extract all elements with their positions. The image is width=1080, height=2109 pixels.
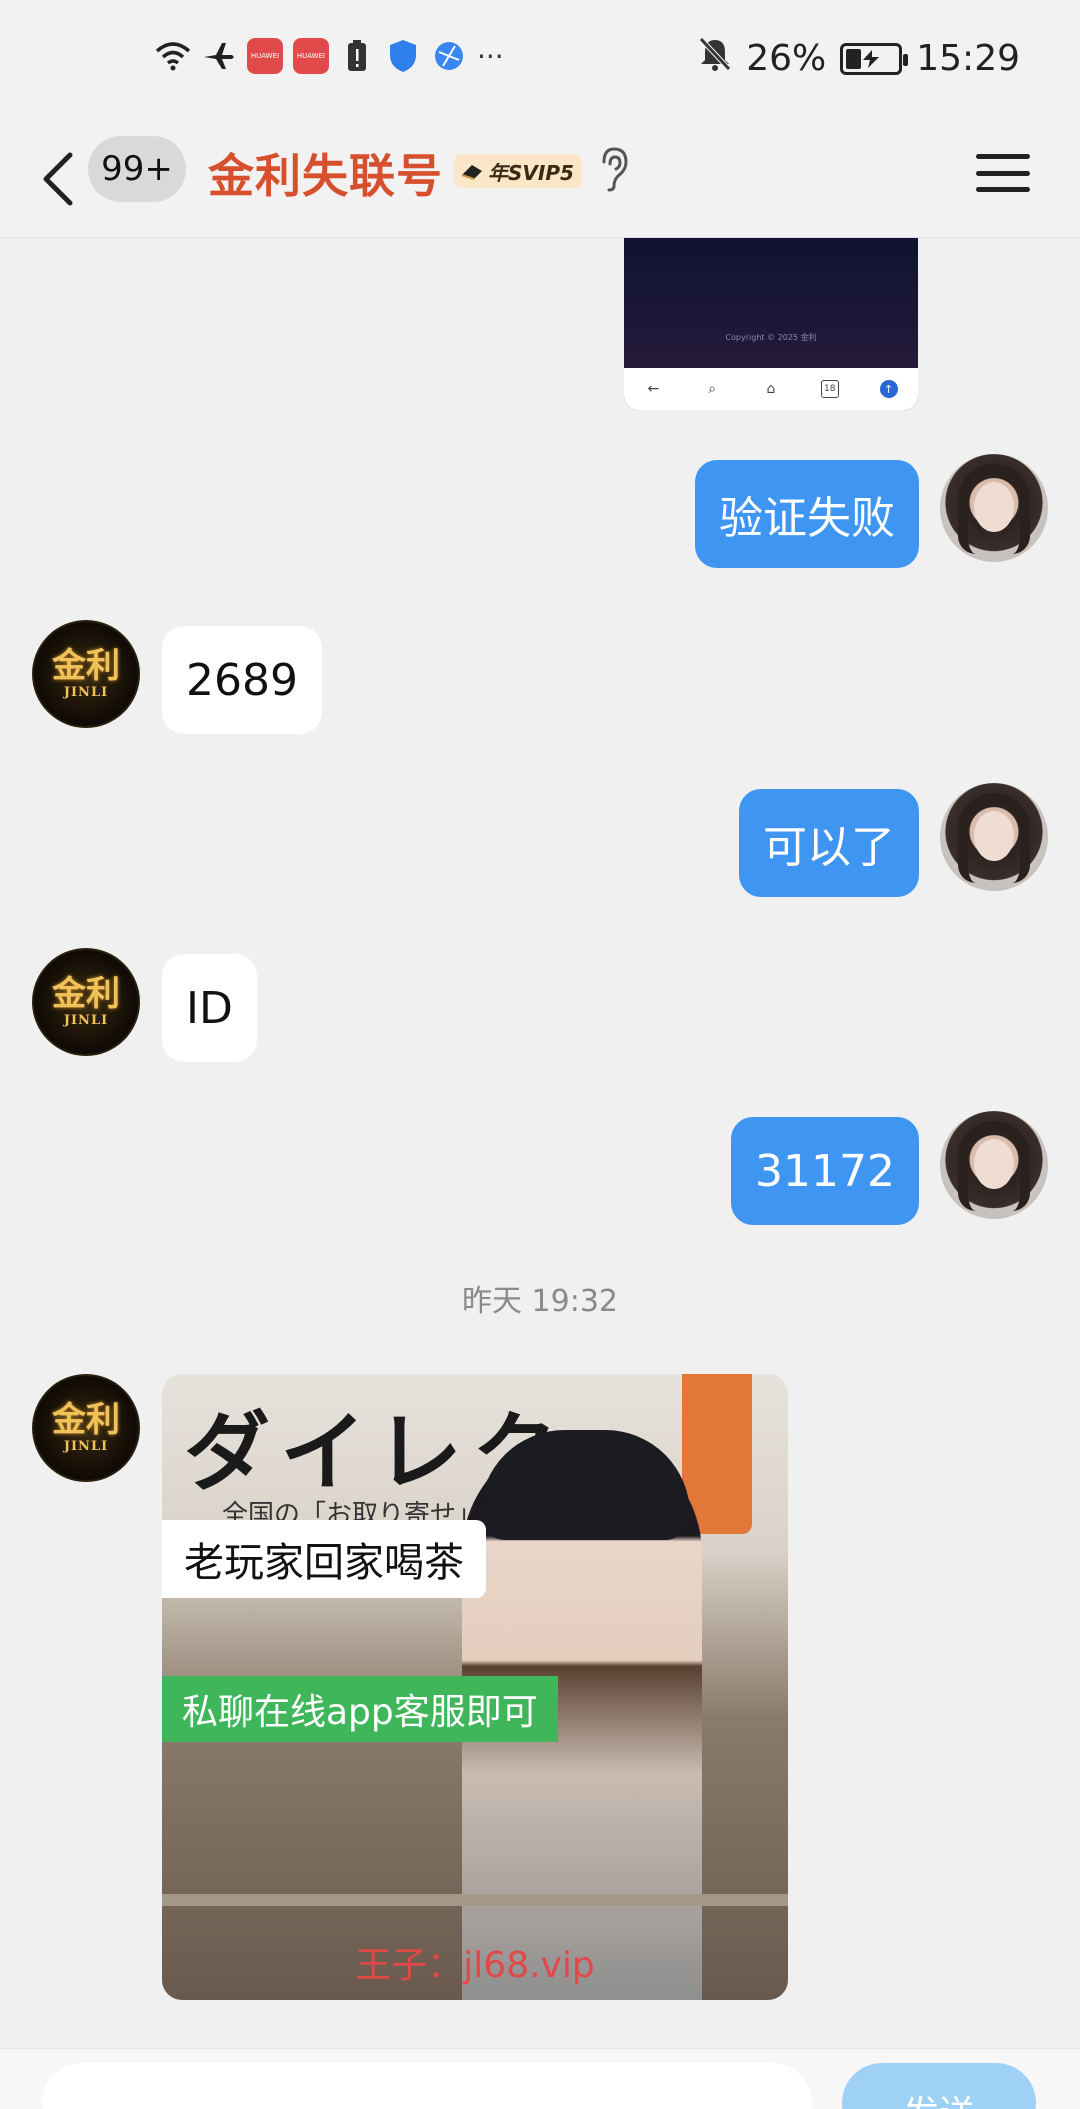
screenshot-browser-nav: ← ⌕ ⌂ 18 ↑: [624, 368, 918, 410]
clock: 15:29: [916, 38, 1020, 79]
my-avatar[interactable]: [940, 1111, 1048, 1219]
huawei-app-icon-2: HUAWEI: [293, 38, 329, 74]
message-bubble-incoming[interactable]: 2689: [162, 626, 322, 734]
more-notifications-indicator: ···: [477, 39, 504, 73]
mute-bell-icon: [698, 36, 732, 81]
my-avatar[interactable]: [940, 783, 1048, 891]
promo-image-message[interactable]: ダイレク 全国の「お取り寄せ」 老玩家回家喝茶 私聊在线app客服即可 王子：j…: [162, 1374, 788, 2000]
contact-avatar[interactable]: 金利 JINLI: [32, 620, 140, 728]
input-bar: 发送: [0, 2048, 1080, 2109]
chat-header: 99+ 金利失联号 年SVIP5: [0, 120, 1080, 238]
more-menu-icon[interactable]: [976, 148, 1030, 198]
huawei-app-icon: HUAWEI: [247, 38, 283, 74]
home-icon: ⌂: [766, 381, 776, 397]
message-bubble-outgoing[interactable]: 可以了: [739, 789, 919, 897]
wifi-icon: [155, 38, 191, 74]
promo-caption-white: 老玩家回家喝茶: [162, 1520, 486, 1598]
promo-url-text: 王子：jl68.vip: [355, 1945, 595, 1986]
promo-caption-green: 私聊在线app客服即可: [162, 1676, 558, 1742]
shared-screenshot-image[interactable]: Copyright © 2025 金利 ← ⌕ ⌂ 18 ↑: [624, 238, 918, 410]
svip-label: 年SVIP5: [488, 160, 574, 185]
unread-count-badge[interactable]: 99+: [88, 136, 186, 202]
my-avatar[interactable]: [940, 454, 1048, 562]
send-button[interactable]: 发送: [842, 2063, 1036, 2109]
status-bar: HUAWEI HUAWEI ··· 26% 15:29: [0, 0, 1080, 120]
message-timestamp: 昨天 19:32: [462, 1284, 618, 1319]
message-bubble-incoming[interactable]: ID: [162, 954, 257, 1062]
contact-avatar[interactable]: 金利 JINLI: [32, 1374, 140, 1482]
globe-icon: [431, 38, 467, 74]
battery-percent: 26%: [746, 38, 827, 79]
ear-mode-icon[interactable]: [596, 146, 636, 196]
vip-hat-icon: [461, 165, 482, 180]
search-icon: ⌕: [708, 381, 717, 397]
message-bubble-outgoing[interactable]: 31172: [731, 1117, 919, 1225]
back-icon: ←: [647, 381, 660, 397]
chat-title[interactable]: 金利失联号: [208, 140, 443, 206]
svip-badge[interactable]: 年SVIP5: [454, 154, 582, 188]
contact-avatar[interactable]: 金利 JINLI: [32, 948, 140, 1056]
message-input[interactable]: [42, 2063, 812, 2109]
message-bubble-outgoing[interactable]: 验证失败: [695, 460, 919, 568]
back-arrow-icon[interactable]: [32, 144, 82, 214]
upload-icon: ↑: [879, 380, 898, 398]
airplane-mode-icon: [201, 38, 237, 74]
shield-icon: [385, 38, 421, 74]
battery-charging-icon: [840, 42, 909, 75]
promo-rail: [162, 1894, 788, 1906]
message-list[interactable]: Copyright © 2025 金利 ← ⌕ ⌂ 18 ↑ 验证失败 金利 J…: [0, 238, 1080, 2048]
tabs-icon: 18: [820, 380, 839, 398]
status-icons-right: 26% 15:29: [698, 36, 1020, 81]
status-icons-left: HUAWEI HUAWEI ···: [155, 38, 504, 74]
screenshot-copyright: Copyright © 2025 金利: [725, 333, 817, 342]
alert-battery-icon: [339, 38, 375, 74]
